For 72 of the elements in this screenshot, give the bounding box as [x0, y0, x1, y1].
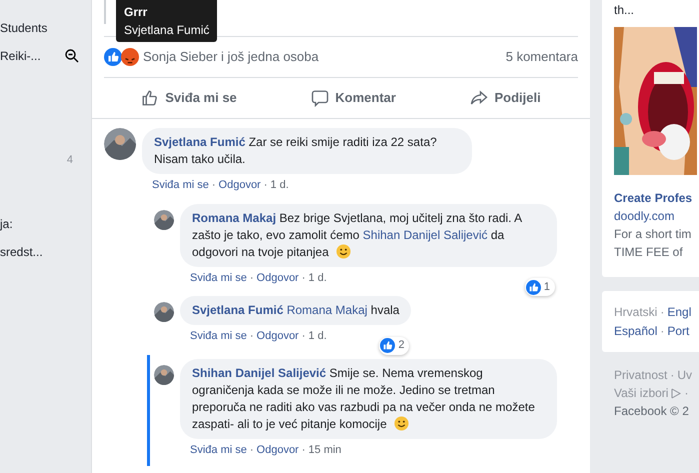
ad-teaser: th... — [614, 2, 636, 19]
speech-bubble-icon — [311, 89, 330, 107]
share-action-button[interactable]: Podijeli — [466, 88, 545, 108]
smiley-icon — [394, 416, 410, 430]
author-link[interactable]: Svjetlana Fumić — [154, 135, 246, 149]
comment-text: Shihan Danijel Salijević Smije se. Nema vremenskog ograničenja kada se može ili ne može. Jedino se tretman preporuča ne raditi ako vas razbudi pa na večer onda ne možete zaspati- ali to je već pitanje komocije — [192, 366, 535, 430]
ad-description: For a short tim — [614, 226, 692, 243]
comment-action-link[interactable]: Sviđa mi se — [190, 328, 247, 344]
avatar[interactable] — [104, 128, 136, 160]
comment-action-link[interactable]: Sviđa mi se — [190, 442, 247, 458]
sidebar-item[interactable]: Reiki-... — [0, 47, 41, 65]
like-action-button[interactable]: Sviđa mi se — [137, 88, 241, 108]
timestamp[interactable]: 1 d. — [270, 177, 289, 194]
tooltip-name: Svjetlana Fumić — [124, 22, 210, 39]
separator-dot: · — [212, 178, 216, 193]
share-arrow-icon — [470, 89, 488, 107]
comment-action-link[interactable]: Odgovor — [256, 328, 299, 344]
timestamp[interactable]: 15 min — [308, 442, 342, 458]
avatar[interactable] — [154, 302, 174, 322]
separator-dot: · — [250, 329, 254, 344]
like-count-badge[interactable]: 2 — [379, 336, 410, 354]
separator-dot: · — [660, 323, 664, 340]
mention-link[interactable]: Romana Makaj — [286, 303, 368, 317]
smiley-icon — [336, 244, 352, 258]
angry-face-icon — [121, 48, 139, 66]
separator-dot: · — [302, 270, 306, 286]
timestamp[interactable]: 1 d. — [308, 328, 327, 344]
comment-action-link[interactable]: Odgovor — [218, 177, 261, 194]
comment-count[interactable]: 5 komentara — [506, 47, 578, 67]
ad-choices-icon — [671, 388, 682, 398]
separator-dot: · — [264, 178, 268, 193]
language-link[interactable]: Engl — [667, 303, 692, 321]
comment-action-button[interactable]: Komentar — [307, 88, 400, 108]
sidebar-item[interactable]: ja: — [0, 215, 13, 233]
avatar[interactable] — [154, 210, 174, 230]
like-count-badge[interactable]: 1 — [524, 278, 555, 296]
like-reaction-icon — [526, 280, 541, 294]
reaction-summary[interactable]: Sonja Sieber i još jedna osoba — [143, 47, 319, 67]
language-link[interactable]: Port — [667, 322, 690, 340]
ad-description: TIME FEE of — [614, 244, 684, 261]
zoom-out-icon[interactable] — [65, 49, 79, 63]
item-count: 4 — [66, 152, 73, 168]
like-reaction-icon — [380, 338, 396, 353]
comment-action-link[interactable]: Sviđa mi se — [152, 177, 209, 194]
copyright: Facebook © 2 — [614, 403, 690, 420]
sidebar-item[interactable]: Students — [0, 19, 48, 37]
like-reaction-icon — [104, 48, 122, 66]
language-link[interactable]: Español — [614, 322, 658, 340]
separator-dot: · — [684, 385, 688, 402]
sidebar-item[interactable]: sredst... — [0, 243, 43, 261]
comment-text: Svjetlana Fumić Romana Makaj hvala — [192, 303, 400, 317]
comment-text: Romana Makaj Bez brige Svjetlana, moj učitelj zna što radi. A zašto je tako, evo zamolit ćemo Shihan Danijel Salijević da odgovori na tvoje pitanjea — [192, 210, 522, 258]
timestamp[interactable]: 1 d. — [308, 270, 327, 286]
separator-dot: · — [660, 304, 664, 321]
mention-link[interactable]: Shihan Danijel Salijević — [362, 228, 488, 242]
separator-dot: · — [670, 367, 674, 384]
separator-dot: · — [302, 442, 306, 458]
comment-text: Svjetlana Fumić Zar se reiki smije raditi iza 22 sata? Nisam tako učila. — [154, 135, 437, 166]
comment-action-link[interactable]: Odgovor — [256, 270, 299, 286]
thumbs-up-icon — [141, 89, 160, 107]
author-link[interactable]: Svjetlana Fumić — [192, 303, 284, 317]
separator-dot: · — [250, 270, 254, 286]
ad-title-link[interactable]: Create Profes — [614, 175, 699, 207]
author-link[interactable]: Shihan Danijel Salijević — [192, 366, 326, 380]
avatar[interactable] — [154, 364, 174, 384]
tooltip-title: Grrr — [124, 4, 148, 21]
separator-dot: · — [250, 442, 254, 458]
separator-dot: · — [302, 329, 306, 344]
comment-action-link[interactable]: Sviđa mi se — [190, 270, 247, 286]
comment-action-link[interactable]: Odgovor — [256, 442, 299, 458]
author-link[interactable]: Romana Makaj — [192, 210, 276, 224]
ad-domain-link[interactable]: doodly.com — [614, 207, 699, 225]
